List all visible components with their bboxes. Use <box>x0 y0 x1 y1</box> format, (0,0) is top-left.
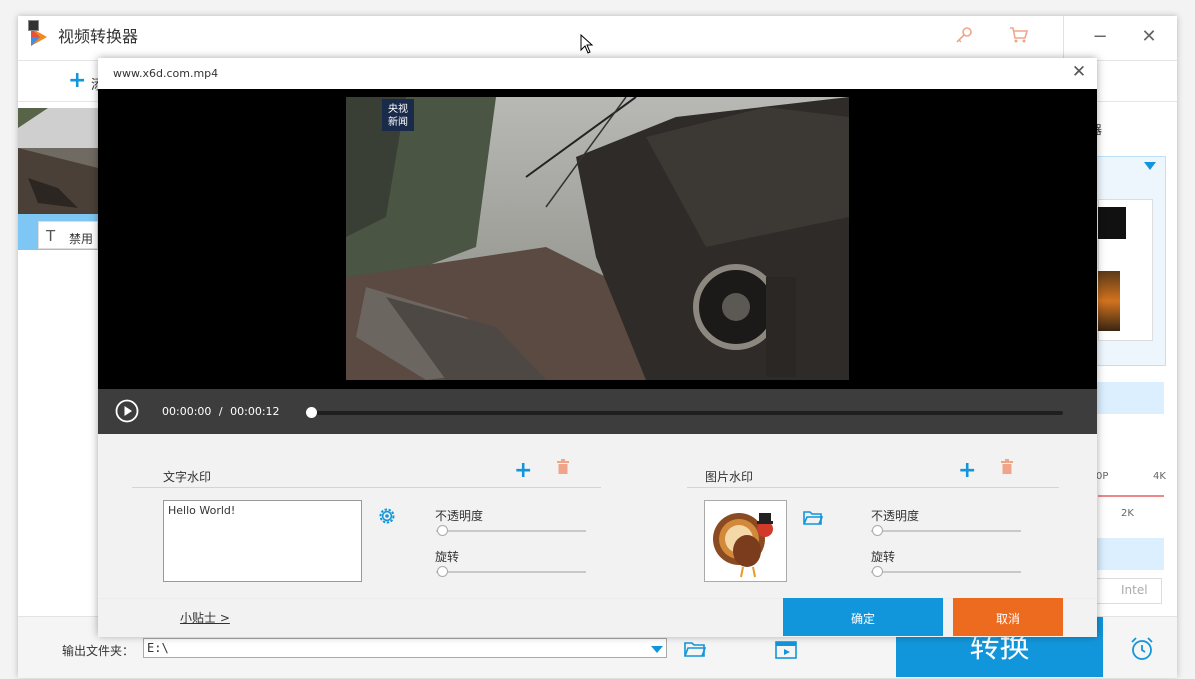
dialog-close-button[interactable]: ✕ <box>1069 62 1089 82</box>
add-text-watermark-icon[interactable]: + <box>514 458 532 483</box>
resolution-slider[interactable] <box>1098 495 1164 497</box>
seek-bar[interactable] <box>309 411 1063 415</box>
image-opacity-slider[interactable] <box>871 530 1021 532</box>
dialog-title: www.x6d.com.mp4 <box>113 67 219 80</box>
play-icon[interactable] <box>115 399 139 423</box>
close-window-button[interactable]: ✕ <box>1136 24 1162 50</box>
output-folder-input[interactable]: E:\ <box>143 638 667 658</box>
resolution-mid-label: 2K <box>1121 508 1134 519</box>
video-preview: 央视 新闻 <box>98 89 1097 389</box>
image-opacity-label: 不透明度 <box>871 509 920 523</box>
video-logo-line2: 新闻 <box>388 115 408 128</box>
add-image-watermark-icon[interactable]: + <box>958 458 976 483</box>
format-preview-dark <box>1098 207 1126 239</box>
delete-image-watermark-icon[interactable] <box>1000 459 1014 475</box>
text-rotate-label: 旋转 <box>435 550 460 564</box>
text-rotate-slider[interactable] <box>436 571 586 573</box>
disable-label: 禁用 <box>69 232 94 246</box>
output-folder-label: 输出文件夹： <box>62 644 135 658</box>
text-icon: T <box>46 227 56 245</box>
text-opacity-handle[interactable] <box>437 525 448 536</box>
settings-strip-2[interactable] <box>1096 538 1164 570</box>
time-display: 00:00:00 / 00:00:12 <box>162 405 280 418</box>
text-opacity-slider[interactable] <box>436 530 586 532</box>
image-rotate-slider[interactable] <box>871 571 1021 573</box>
cancel-button[interactable]: 取消 <box>953 598 1063 636</box>
time-separator: / <box>218 405 223 418</box>
turkey-image <box>713 513 773 578</box>
format-dropdown-caret-icon[interactable] <box>1144 162 1156 170</box>
settings-strip[interactable] <box>1096 382 1164 414</box>
video-logo-line1: 央视 <box>388 102 408 115</box>
file-thumbnail[interactable] <box>18 108 98 214</box>
output-video-folder-icon[interactable] <box>775 639 797 659</box>
image-opacity-handle[interactable] <box>872 525 883 536</box>
format-film-icon <box>1098 271 1120 331</box>
watermark-panel: 文字水印 + Hello World! 不透明度 旋转 图片水印 + 不透明度 … <box>98 434 1097 598</box>
titlebar-divider <box>1063 16 1064 60</box>
image-watermark-divider <box>687 487 1059 488</box>
text-watermark-divider <box>132 487 601 488</box>
open-folder-icon[interactable] <box>684 641 706 657</box>
text-rotate-handle[interactable] <box>437 566 448 577</box>
title-bar: 视频转换器 − ✕ <box>18 16 1177 61</box>
app-title: 视频转换器 <box>58 27 139 46</box>
image-rotate-label: 旋转 <box>871 550 896 564</box>
thumbnail-image <box>18 108 98 214</box>
resolution-min-label: 0P <box>1096 471 1109 482</box>
key-icon[interactable] <box>953 26 975 48</box>
total-time: 00:00:12 <box>230 405 280 418</box>
tips-link[interactable]: 小贴士 > <box>180 609 230 626</box>
cart-icon[interactable] <box>1008 26 1030 48</box>
current-time: 00:00:00 <box>162 405 212 418</box>
output-dropdown-caret-icon[interactable] <box>651 646 663 653</box>
dialog-footer <box>98 598 1097 637</box>
delete-text-watermark-icon[interactable] <box>556 459 570 475</box>
resolution-max-label: 4K <box>1153 471 1166 482</box>
text-watermark-title: 文字水印 <box>163 470 212 484</box>
video-frame: 央视 新闻 <box>346 97 849 380</box>
text-settings-gear-icon[interactable] <box>378 507 396 525</box>
watermark-text-input[interactable]: Hello World! <box>163 500 362 582</box>
alarm-clock-icon[interactable] <box>1129 636 1155 662</box>
mouse-cursor-icon <box>580 34 594 54</box>
watermark-dialog: www.x6d.com.mp4 ✕ 央视 新闻 00:00:00 / 00:00… <box>98 58 1097 637</box>
add-file-icon[interactable]: + <box>68 70 86 92</box>
choose-image-folder-icon[interactable] <box>803 510 823 526</box>
minimize-button[interactable]: − <box>1087 24 1113 50</box>
watermark-image-preview[interactable] <box>704 500 787 582</box>
thumbnail-badge-icon <box>28 20 39 31</box>
image-rotate-handle[interactable] <box>872 566 883 577</box>
gpu-label: Intel <box>1121 583 1148 597</box>
player-controls: 00:00:00 / 00:00:12 <box>98 389 1097 434</box>
ok-button[interactable]: 确定 <box>783 598 943 636</box>
text-opacity-label: 不透明度 <box>435 509 484 523</box>
seek-handle[interactable] <box>306 407 317 418</box>
image-watermark-title: 图片水印 <box>705 470 754 484</box>
